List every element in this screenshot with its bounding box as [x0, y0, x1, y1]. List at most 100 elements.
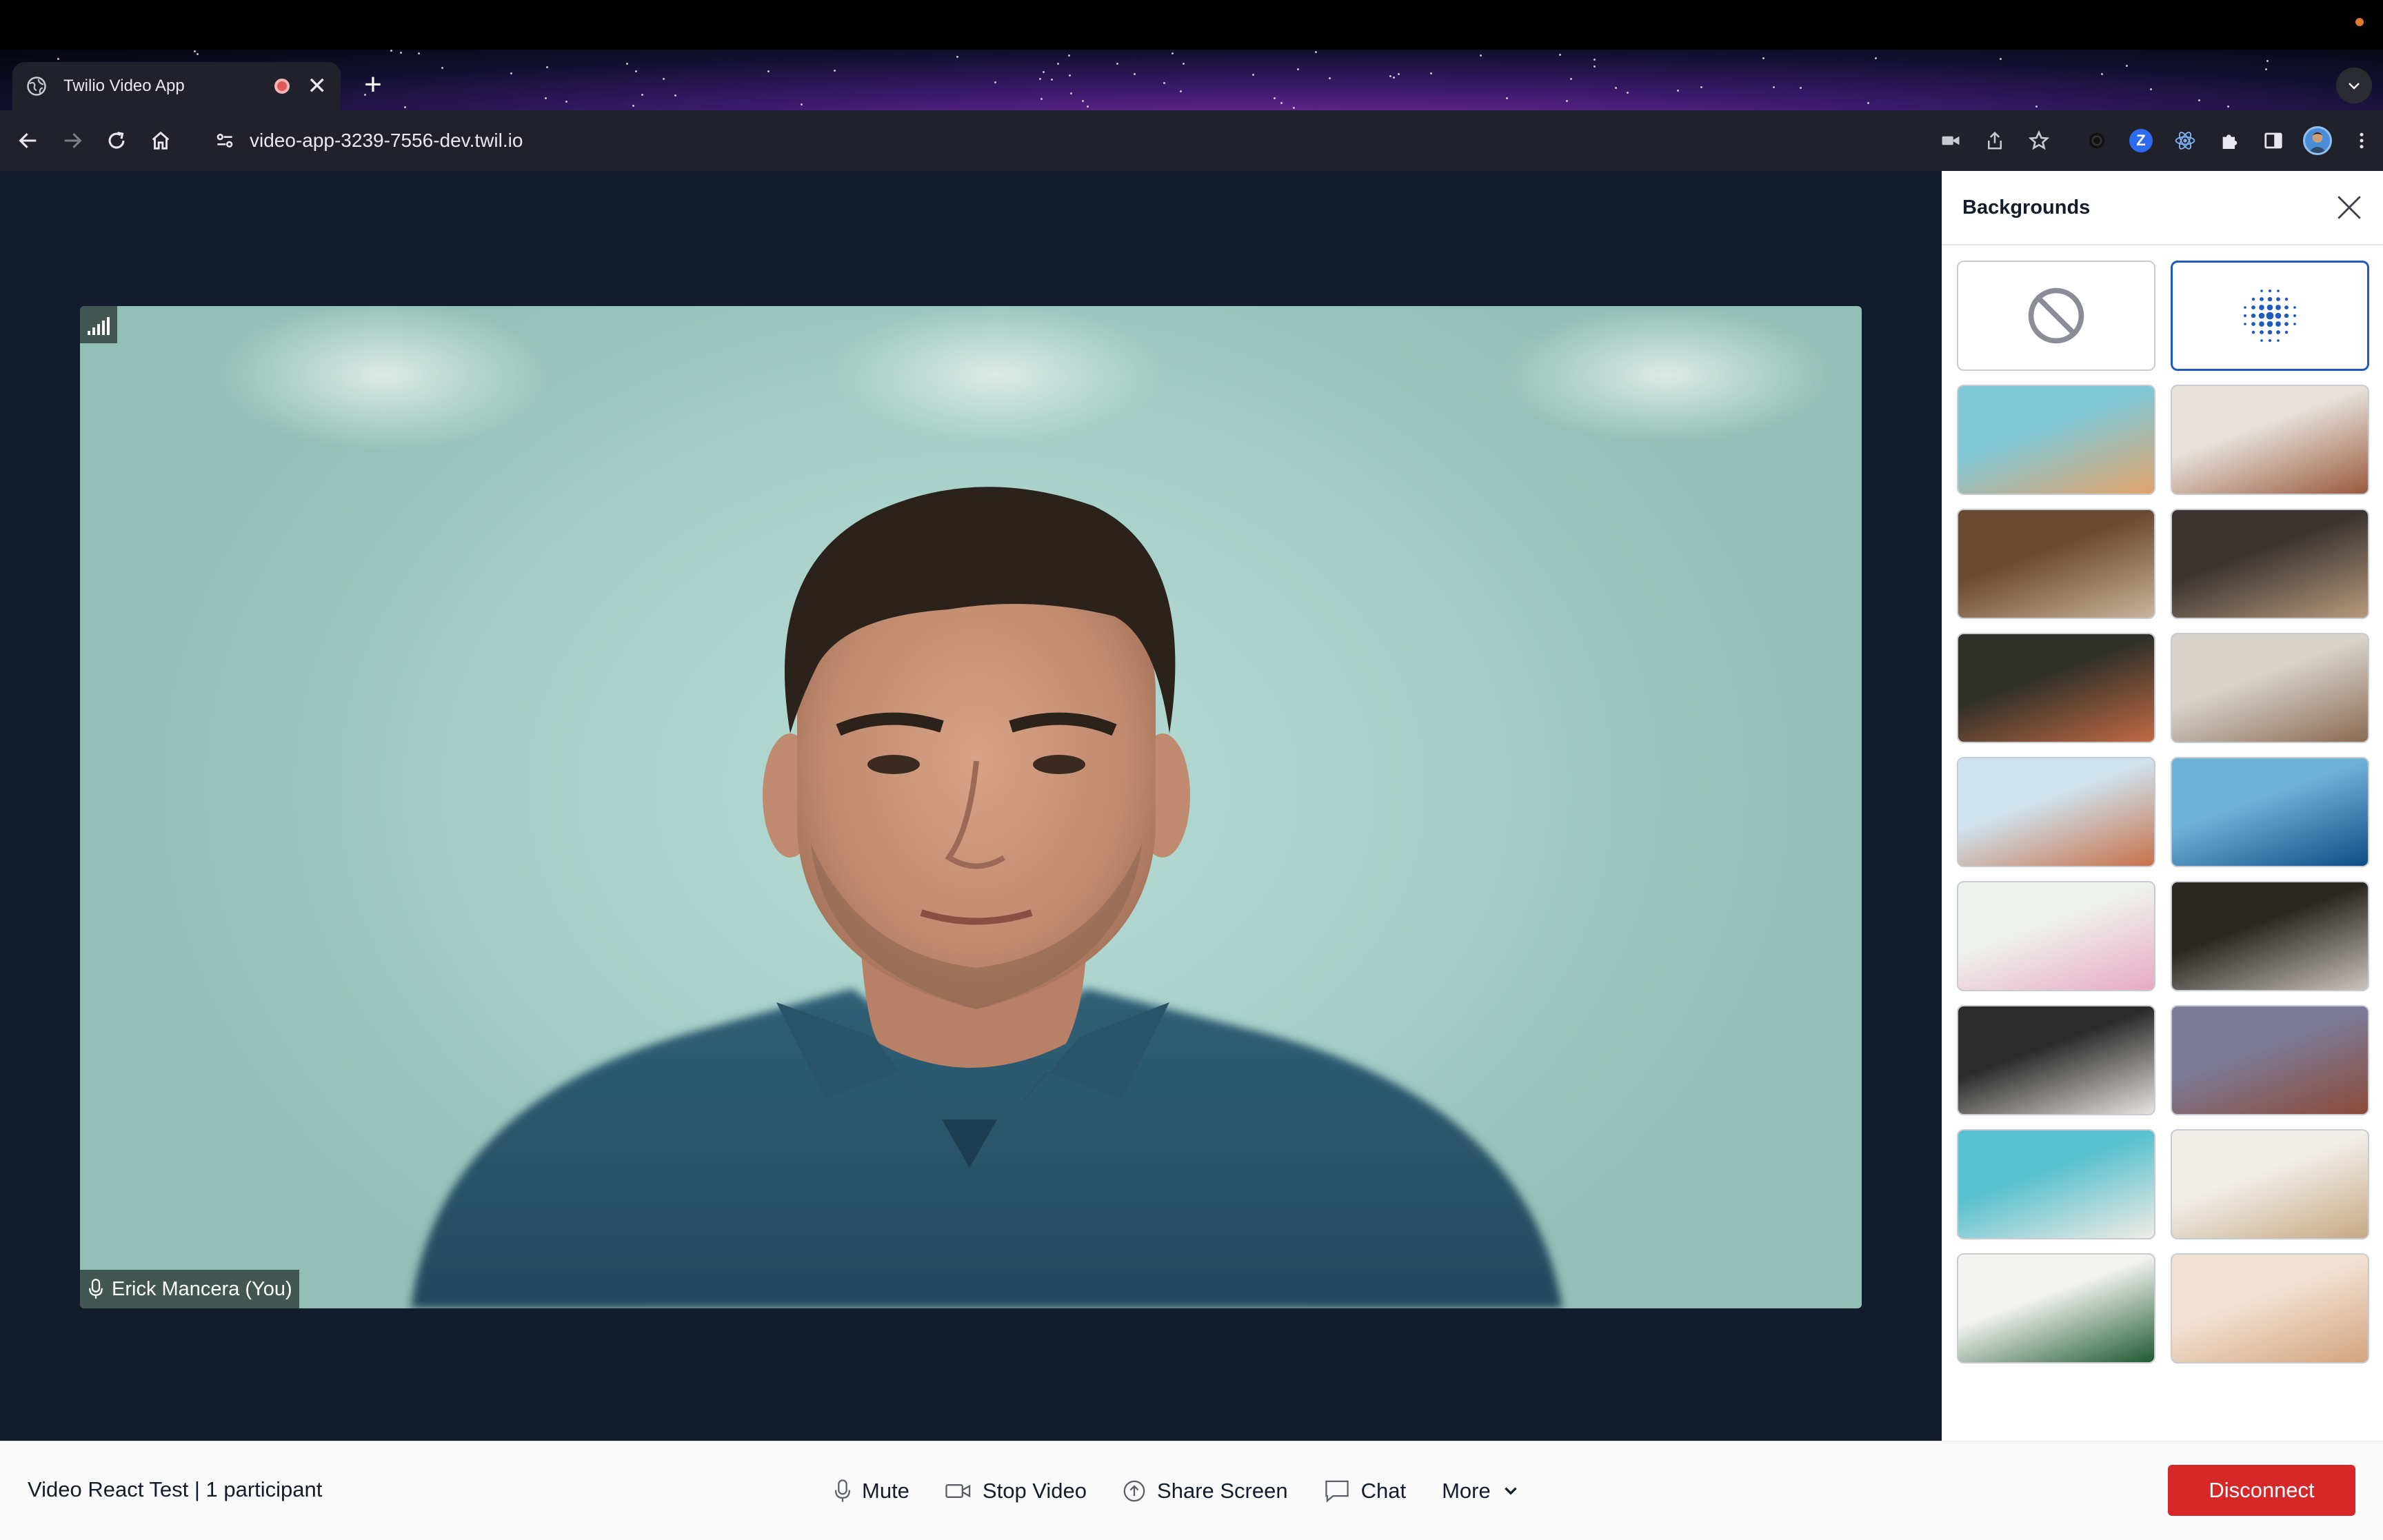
background-option-pink-flowers[interactable]	[1957, 881, 2155, 991]
tab-strip-star	[1393, 77, 1395, 79]
tab-close-icon[interactable]: ✕	[308, 74, 328, 98]
tab-strip-star	[635, 70, 637, 72]
camera-icon[interactable]	[1936, 126, 1965, 155]
home-button[interactable]	[143, 123, 178, 158]
close-icon[interactable]	[2335, 193, 2364, 222]
background-option-none[interactable]	[1957, 261, 2155, 371]
tab-strip-star	[418, 52, 420, 54]
site-settings-icon[interactable]	[214, 130, 236, 152]
tab-strip-star	[1559, 54, 1561, 56]
tab-strip-star	[1875, 57, 1877, 59]
tab-strip-star	[1082, 100, 1084, 102]
tab-strip-star	[674, 94, 676, 97]
background-option-white-dining[interactable]	[2171, 1129, 2369, 1239]
address-bar[interactable]: video-app-3239-7556-dev.twil.io	[197, 119, 2128, 163]
tab-strip-star	[2198, 99, 2200, 101]
tab-recording-icon	[274, 79, 290, 94]
browser-tab[interactable]: Twilio Video App ✕	[12, 62, 341, 110]
background-option-loft-interior[interactable]	[1957, 1005, 2155, 1115]
background-option-abstract-smoke[interactable]	[1957, 385, 2155, 495]
share-icon[interactable]	[1980, 126, 2009, 155]
tab-strip-star	[400, 52, 402, 54]
backgrounds-panel: Backgrounds	[1942, 171, 2383, 1441]
chat-button[interactable]: Chat	[1324, 1479, 1406, 1503]
backgrounds-panel-header: Backgrounds	[1942, 171, 2383, 245]
react-devtools-icon[interactable]	[2171, 126, 2200, 155]
tab-strip-star	[641, 94, 643, 96]
background-option-red-rocks[interactable]	[2171, 1005, 2369, 1115]
tab-strip-star	[1615, 87, 1617, 89]
back-button[interactable]	[11, 123, 46, 158]
puzzle-extensions-icon[interactable]	[2215, 126, 2244, 155]
stop-video-label: Stop Video	[982, 1479, 1087, 1503]
background-option-ocean-boat[interactable]	[2171, 757, 2369, 867]
background-option-blur[interactable]	[2171, 261, 2369, 371]
tab-strip-star	[2150, 88, 2152, 90]
side-panel-icon[interactable]	[2259, 126, 2288, 155]
tab-strip-star	[197, 53, 199, 55]
new-tab-button[interactable]: +	[356, 69, 390, 103]
more-button[interactable]: More	[1442, 1479, 1520, 1503]
forward-button[interactable]	[55, 123, 90, 158]
background-option-kitchen-dark[interactable]	[2171, 881, 2369, 991]
tab-strip-star	[1070, 92, 1072, 94]
tab-search-button[interactable]	[2336, 68, 2372, 103]
background-option-lounge-dark[interactable]	[1957, 633, 2155, 743]
chat-label: Chat	[1360, 1479, 1407, 1503]
chevron-down-icon	[2349, 83, 2360, 90]
tab-strip-star	[1172, 52, 1174, 54]
tab-strip-star	[1040, 98, 1043, 100]
kebab-menu-icon[interactable]	[2347, 126, 2376, 155]
background-option-golden-gate[interactable]	[2171, 1253, 2369, 1364]
tab-title: Twilio Video App	[63, 77, 185, 95]
extension-dark-icon[interactable]	[2082, 126, 2111, 155]
tab-strip-star	[663, 78, 665, 80]
background-option-bookshelf[interactable]	[1957, 509, 2155, 619]
mute-button[interactable]: Mute	[834, 1479, 909, 1503]
call-controls: Mute Stop Video Share Screen Chat More	[834, 1466, 1520, 1516]
tab-strip-star	[441, 67, 443, 69]
profile-avatar-icon[interactable]	[2303, 126, 2332, 155]
background-option-coffee-shop[interactable]	[2171, 509, 2369, 619]
disconnect-button[interactable]: Disconnect	[2168, 1465, 2355, 1516]
tab-strip-star	[546, 66, 548, 68]
background-option-modern-living[interactable]	[2171, 633, 2369, 743]
share-screen-button[interactable]: Share Screen	[1123, 1479, 1288, 1503]
tab-strip-star	[545, 97, 547, 99]
tab-strip-star	[1480, 54, 1482, 57]
tab-strip-star	[632, 105, 634, 107]
bookmark-star-icon[interactable]	[2024, 126, 2053, 155]
zoom-extension-icon[interactable]: Z	[2126, 126, 2155, 155]
video-stage: Erick Mancera (You)	[0, 171, 1942, 1441]
tab-strip-star	[1389, 75, 1391, 77]
screen-share-icon	[1123, 1480, 1145, 1502]
reload-button[interactable]	[99, 123, 134, 158]
tab-strip-star	[1087, 105, 1089, 108]
background-option-living-room[interactable]	[2171, 385, 2369, 495]
tab-strip-star	[1116, 63, 1118, 65]
toolbar-extensions: Z	[1936, 120, 2376, 161]
participant-video[interactable]: Erick Mancera (You)	[80, 306, 1862, 1308]
tab-strip-star	[1677, 90, 1679, 92]
mute-label: Mute	[862, 1479, 909, 1503]
tab-strip-star	[1773, 86, 1775, 88]
tab-strip-star	[1252, 74, 1254, 76]
tab-strip-star	[2227, 105, 2229, 108]
tab-strip-star	[1043, 71, 1045, 73]
background-option-desert-dune[interactable]	[1957, 757, 2155, 867]
signal-bar	[88, 331, 90, 335]
tab-strip-star	[2000, 58, 2002, 60]
stop-video-button[interactable]: Stop Video	[945, 1479, 1087, 1503]
tab-strip-star	[565, 101, 567, 103]
disconnect-label: Disconnect	[2209, 1478, 2315, 1502]
blur-icon	[2243, 289, 2297, 343]
arrow-right-icon	[64, 132, 82, 149]
globe-icon	[27, 77, 46, 96]
tab-strip-star	[1315, 51, 1317, 53]
tab-strip-star	[1566, 100, 1568, 102]
tab-strip-star	[57, 58, 59, 60]
background-option-beach-aerial[interactable]	[1957, 1129, 2155, 1239]
home-icon	[152, 131, 170, 150]
tab-strip-star	[1867, 102, 1869, 104]
background-option-monstera-leaf[interactable]	[1957, 1253, 2155, 1364]
